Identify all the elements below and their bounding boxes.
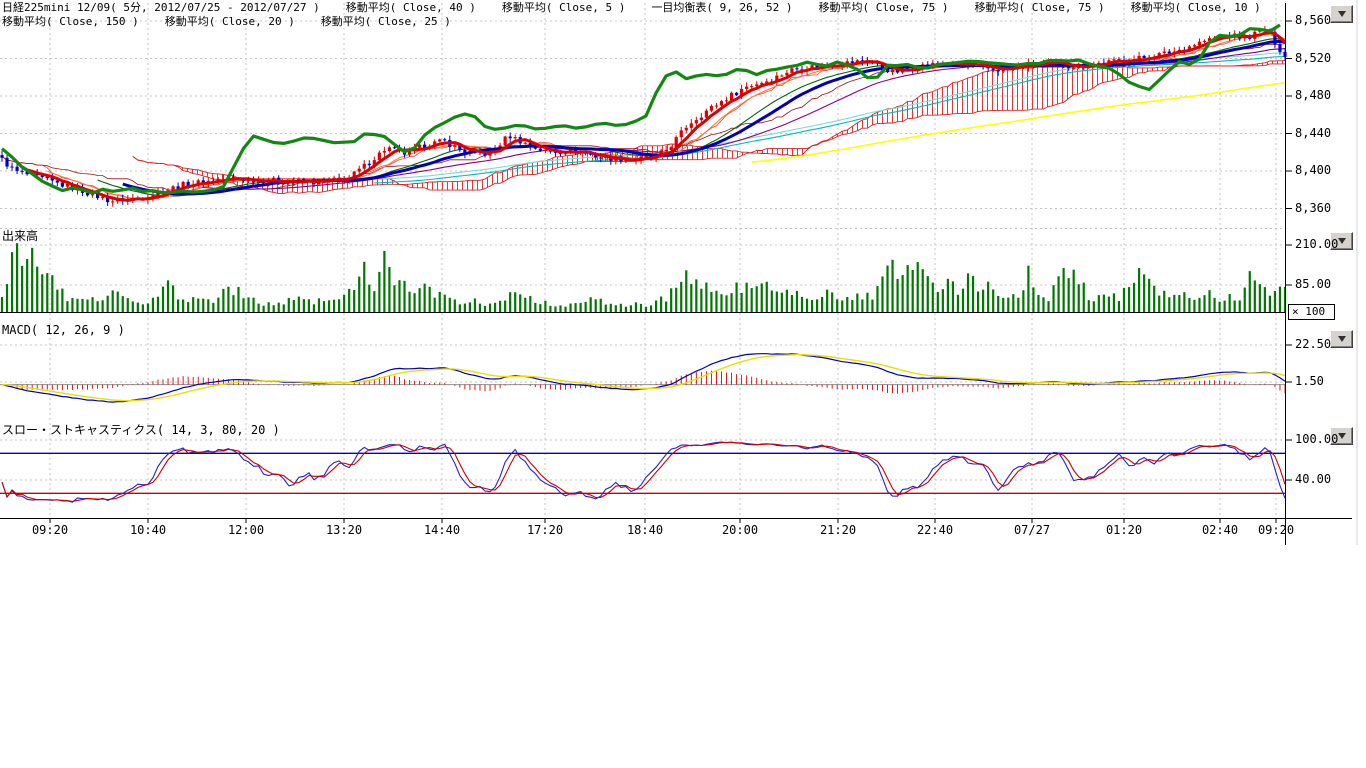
xtick-label: 01:20: [1102, 524, 1146, 537]
price-ytick-label: 8,360: [1295, 202, 1331, 215]
price-ytick-label: 8,560: [1295, 14, 1331, 27]
xtick-label: 17:20: [523, 524, 567, 537]
xtick-label: 02:40: [1198, 524, 1242, 537]
volume-ytick-label: 210.00: [1295, 238, 1338, 251]
chart-window: 日経225mini 12/09( 5分, 2012/07/25 - 2012/0…: [0, 0, 1366, 768]
xtick-label: 09:20: [28, 524, 72, 537]
xtick-label: 10:40: [126, 524, 170, 537]
chevron-down-icon: [1338, 238, 1346, 244]
stoch-ytick-label: 100.00: [1295, 433, 1338, 446]
macd-ytick-label: 1.50: [1295, 375, 1324, 388]
price-ytick-label: 8,480: [1295, 89, 1331, 102]
xtick-label: 12:00: [224, 524, 268, 537]
volume-multiplier-box: × 100: [1288, 304, 1335, 320]
price-ytick-label: 8,400: [1295, 164, 1331, 177]
stoch-ytick-label: 40.00: [1295, 473, 1331, 486]
chevron-down-icon: [1338, 433, 1346, 439]
xtick-label: 14:40: [420, 524, 464, 537]
xtick-label: 20:00: [718, 524, 762, 537]
price-ytick-label: 8,520: [1295, 52, 1331, 65]
stoch-panel-title: スロー・ストキャスティクス( 14, 3, 80, 20 ): [2, 424, 280, 437]
chevron-down-icon: [1338, 11, 1346, 17]
chevron-down-icon: [1338, 336, 1346, 342]
xtick-label: 13:20: [322, 524, 366, 537]
price-ytick-label: 8,440: [1295, 127, 1331, 140]
xtick-label: 07/27: [1010, 524, 1054, 537]
xtick-label: 22:40: [913, 524, 957, 537]
macd-panel-title: MACD( 12, 26, 9 ): [2, 324, 125, 337]
macd-scale-dropdown-button[interactable]: [1330, 330, 1353, 348]
volume-ytick-label: 85.00: [1295, 278, 1331, 291]
xtick-label: 21:20: [816, 524, 860, 537]
price-scale-dropdown-button[interactable]: [1330, 5, 1353, 23]
chart-canvas[interactable]: [0, 0, 1366, 560]
macd-ytick-label: 22.50: [1295, 338, 1331, 351]
xtick-label: 09:20: [1254, 524, 1298, 537]
xtick-label: 18:40: [623, 524, 667, 537]
volume-panel-title: 出来高: [2, 230, 38, 243]
